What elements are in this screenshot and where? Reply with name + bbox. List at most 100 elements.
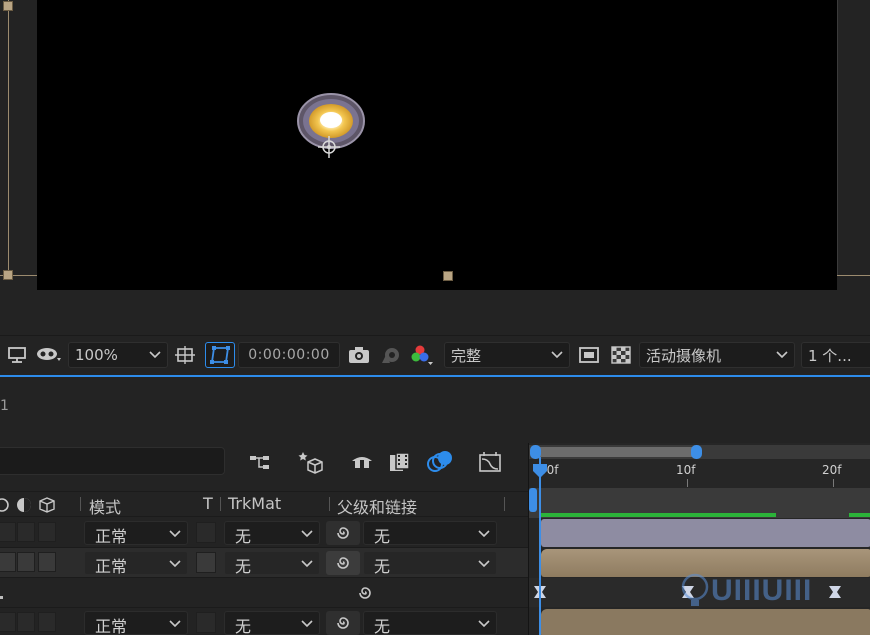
t-column-header[interactable]: T xyxy=(203,494,213,513)
comp-start-marker xyxy=(529,488,537,512)
bounding-handle-bottom-center[interactable] xyxy=(443,271,453,281)
chevron-down-icon xyxy=(478,530,490,538)
bounding-handle-top-left[interactable] xyxy=(3,1,13,11)
graph-editor-icon[interactable] xyxy=(477,448,505,476)
camera-view-dropdown[interactable]: 活动摄像机 xyxy=(639,342,795,368)
blend-mode-value: 正常 xyxy=(95,527,128,546)
light-orb[interactable] xyxy=(297,93,365,149)
mask-path-toggle[interactable] xyxy=(205,342,235,368)
chevron-down-icon xyxy=(301,560,313,568)
current-time-display[interactable]: 0:00:00:00 xyxy=(238,342,340,368)
chevron-down-icon xyxy=(301,530,313,538)
mask-visibility-icon[interactable] xyxy=(34,342,66,368)
chevron-down-icon xyxy=(169,620,181,628)
parent-dropdown[interactable]: 无 xyxy=(363,611,497,635)
layer-row[interactable]: 正常 无 无 xyxy=(0,608,528,635)
parent-value: 无 xyxy=(374,527,391,546)
chevron-down-icon xyxy=(169,530,181,538)
camera-snapshot-icon[interactable] xyxy=(346,342,372,368)
preserve-transparency-toggle[interactable] xyxy=(196,522,216,543)
composition-flowchart-icon[interactable] xyxy=(247,448,275,476)
layer-row[interactable]: 正常 无 无 xyxy=(0,518,528,548)
view-layout-value: 1 个... xyxy=(808,346,852,365)
preserve-transparency-toggle[interactable] xyxy=(196,612,216,633)
layer-switch[interactable] xyxy=(38,552,56,572)
lightbulb-icon xyxy=(681,573,709,606)
parent-value: 无 xyxy=(374,557,391,576)
parent-value: 无 xyxy=(374,617,391,635)
layer-duration-bar-tan[interactable] xyxy=(541,609,870,635)
shy-layers-icon[interactable] xyxy=(348,448,376,476)
motion-blur-icon[interactable] xyxy=(426,448,454,476)
monitor-icon[interactable] xyxy=(4,342,30,368)
layer-switch[interactable] xyxy=(17,552,35,572)
layer-switch[interactable] xyxy=(0,552,16,572)
mode-column-header[interactable]: 模式 xyxy=(89,494,121,518)
track-matte-dropdown[interactable]: 无 xyxy=(224,551,320,576)
layer-switch[interactable] xyxy=(17,522,35,542)
transparency-grid-icon[interactable] xyxy=(608,342,634,368)
resolution-value: 完整 xyxy=(451,346,482,365)
layer-duration-bar-lavender[interactable] xyxy=(541,519,870,547)
composition-tab-label[interactable]: 1 xyxy=(0,398,9,414)
pasteboard-guide-left xyxy=(8,0,9,278)
switch-column-icons xyxy=(0,497,55,513)
composition-canvas[interactable] xyxy=(37,0,837,290)
layer-switch[interactable] xyxy=(38,612,56,632)
camera-view-value: 活动摄像机 xyxy=(646,346,722,365)
pick-whip-icon[interactable] xyxy=(326,551,360,575)
ruler-label: 20f xyxy=(822,463,842,477)
track-matte-dropdown[interactable]: 无 xyxy=(224,521,320,546)
work-area-end-handle[interactable] xyxy=(691,445,702,459)
composition-artwork xyxy=(297,93,365,158)
current-time-indicator[interactable] xyxy=(539,457,541,635)
blend-mode-dropdown[interactable]: 正常 xyxy=(84,521,188,546)
preserve-transparency-toggle[interactable] xyxy=(196,552,216,573)
track-matte-value: 无 xyxy=(235,617,252,635)
resolution-dropdown[interactable]: 完整 xyxy=(444,342,570,368)
layer-switch[interactable] xyxy=(0,522,16,542)
track-matte-dropdown[interactable]: 无 xyxy=(224,611,320,635)
pick-whip-icon[interactable] xyxy=(326,611,360,635)
blend-mode-dropdown[interactable]: 正常 xyxy=(84,611,188,635)
frame-blending-icon[interactable] xyxy=(387,448,415,476)
time-ruler[interactable]: 00f 10f 20f xyxy=(529,459,870,487)
property-row[interactable] xyxy=(0,578,528,608)
trkmat-column-header[interactable]: TrkMat xyxy=(228,494,281,513)
blend-mode-dropdown[interactable]: 正常 xyxy=(84,551,188,576)
work-area-bar[interactable] xyxy=(537,447,695,457)
zoom-dropdown[interactable]: 100% xyxy=(68,342,168,368)
viewer-toolbar: 100% 0:00:00:00 完整 活动摄像机 1 个... xyxy=(0,335,870,373)
region-of-interest-icon[interactable] xyxy=(576,342,602,368)
blend-mode-value: 正常 xyxy=(95,557,128,576)
render-cache-bar xyxy=(849,513,870,517)
safe-zones-icon[interactable] xyxy=(172,342,198,368)
color-channels-icon[interactable] xyxy=(410,342,436,368)
layer-column-header: 模式 T TrkMat 父级和链接 xyxy=(0,491,528,517)
ruler-tick xyxy=(833,479,834,487)
bounding-handle-bottom-left[interactable] xyxy=(3,270,13,280)
watermark-logo: UIIIUIII xyxy=(679,573,812,609)
timeline-graph-area[interactable]: 00f 10f 20f UIIIUIII xyxy=(528,443,870,635)
watermark-text: UIIIUIII xyxy=(711,574,813,607)
chevron-down-icon xyxy=(478,560,490,568)
layer-switch[interactable] xyxy=(38,522,56,542)
twirl-indicator xyxy=(0,596,3,599)
parent-dropdown[interactable]: 无 xyxy=(363,551,497,576)
draft-3d-icon[interactable] xyxy=(297,448,325,476)
parent-column-header[interactable]: 父级和链接 xyxy=(337,494,417,518)
layer-row-selected[interactable]: 正常 无 无 xyxy=(0,548,528,578)
chevron-down-icon xyxy=(149,351,161,359)
parent-dropdown[interactable]: 无 xyxy=(363,521,497,546)
pick-whip-icon[interactable] xyxy=(326,521,360,545)
ruler-label: 10f xyxy=(676,463,696,477)
pick-whip-icon[interactable] xyxy=(356,584,374,606)
layer-switch[interactable] xyxy=(0,612,16,632)
layer-search-input[interactable] xyxy=(0,447,225,475)
layer-switch[interactable] xyxy=(17,612,35,632)
view-layout-dropdown[interactable]: 1 个... xyxy=(801,342,870,368)
pasteboard-guide-bottom-right xyxy=(837,275,870,276)
pasteboard-guide-right xyxy=(837,0,838,275)
render-cache-bar xyxy=(539,513,776,517)
show-snapshot-icon[interactable] xyxy=(378,342,404,368)
